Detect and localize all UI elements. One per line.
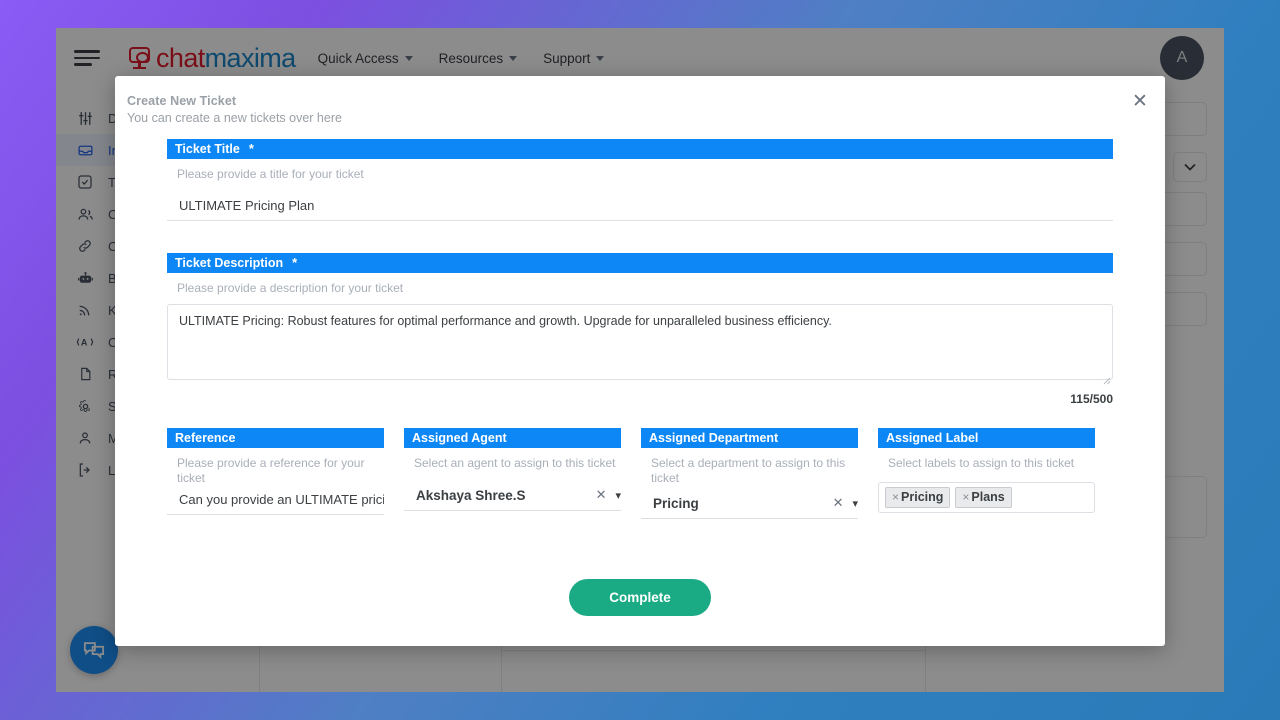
modal-body: Ticket Title * Please provide a title fo… [115, 139, 1165, 616]
label-chip-pricing[interactable]: × Pricing [885, 487, 951, 508]
chevron-down-icon[interactable]: ▾ [852, 497, 858, 510]
ticket-title-header: Ticket Title * [167, 139, 1113, 159]
field-label: Ticket Description [175, 255, 284, 270]
complete-button[interactable]: Complete [569, 579, 711, 616]
chip-text: Plans [971, 490, 1005, 504]
desktop-background: chatmaxima Quick Access Resources Suppor… [0, 0, 1280, 720]
assigned-department-header: Assigned Department [641, 428, 858, 448]
assigned-department-field: Assigned Department Select a department … [641, 428, 858, 519]
ticket-description-header: Ticket Description * [167, 253, 1113, 273]
ticket-title-field: Ticket Title * Please provide a title fo… [167, 139, 1113, 221]
reference-header: Reference [167, 428, 384, 448]
field-label: Assigned Agent [412, 430, 507, 445]
ticket-title-input[interactable] [167, 192, 1113, 221]
reference-field: Reference Please provide a reference for… [167, 428, 384, 519]
modal-subtitle: You can create a new tickets over here [127, 111, 342, 125]
app-window: chatmaxima Quick Access Resources Suppor… [56, 28, 1224, 692]
assigned-agent-value: Akshaya Shree.S [416, 487, 526, 503]
assigned-agent-hint: Select an agent to assign to this ticket [414, 456, 616, 470]
chip-remove-icon[interactable]: × [892, 490, 899, 504]
close-icon[interactable]: ✕ [1129, 90, 1151, 112]
assigned-label-hint: Select labels to assign to this ticket [888, 456, 1075, 470]
assigned-department-value: Pricing [653, 495, 699, 511]
ticket-description-textarea[interactable] [167, 304, 1113, 380]
assigned-label-header: Assigned Label [878, 428, 1095, 448]
field-label: Assigned Label [886, 430, 979, 445]
reference-hint: Please provide a reference for your tick… [177, 456, 365, 485]
field-label: Assigned Department [649, 430, 779, 445]
assigned-agent-select[interactable]: Akshaya Shree.S ✕ ▾ [404, 482, 621, 511]
assigned-agent-header: Assigned Agent [404, 428, 621, 448]
ticket-description-field: Ticket Description * Please provide a de… [167, 253, 1113, 406]
modal-footer: Complete [167, 579, 1113, 616]
assigned-agent-field: Assigned Agent Select an agent to assign… [404, 428, 621, 519]
close-small-icon[interactable]: ✕ [833, 495, 853, 511]
field-label: Reference [175, 430, 236, 445]
ticket-description-hint: Please provide a description for your ti… [177, 281, 404, 295]
resize-grip-icon[interactable] [1100, 372, 1111, 385]
create-ticket-modal: Create New Ticket You can create a new t… [115, 76, 1165, 646]
assignment-fields-row: Reference Please provide a reference for… [167, 428, 1113, 519]
assigned-label-field: Assigned Label Select labels to assign t… [878, 428, 1095, 519]
label-chip-plans[interactable]: × Plans [955, 487, 1012, 508]
required-asterisk: * [248, 140, 254, 156]
character-counter: 115/500 [1070, 392, 1113, 406]
assigned-label-input[interactable]: × Pricing × Plans [878, 482, 1095, 513]
chevron-down-icon[interactable]: ▾ [615, 489, 621, 502]
modal-title: Create New Ticket [127, 94, 237, 108]
chip-text: Pricing [901, 490, 944, 504]
modal-header: Create New Ticket You can create a new t… [115, 76, 1165, 126]
chip-remove-icon[interactable]: × [962, 490, 969, 504]
assigned-department-select[interactable]: Pricing ✕ ▾ [641, 490, 858, 519]
assigned-department-hint: Select a department to assign to this ti… [651, 456, 846, 485]
close-small-icon[interactable]: ✕ [596, 487, 616, 503]
ticket-title-hint: Please provide a title for your ticket [177, 167, 364, 181]
field-label: Ticket Title [175, 141, 240, 156]
required-asterisk: * [292, 254, 298, 270]
reference-input[interactable] [167, 486, 384, 515]
description-textarea-wrapper [167, 296, 1113, 385]
